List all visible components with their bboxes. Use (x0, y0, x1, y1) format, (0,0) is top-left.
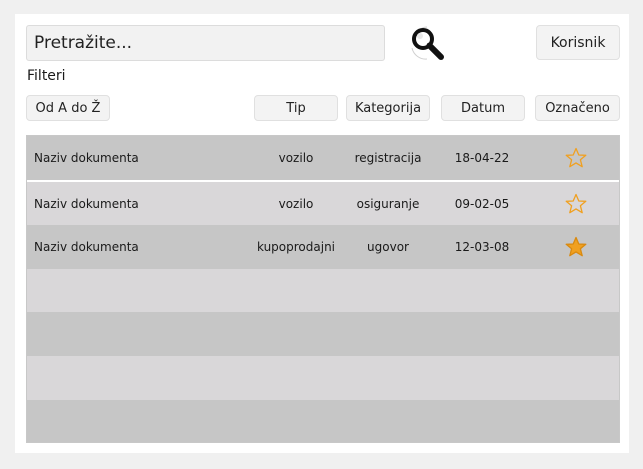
document-name: Naziv dokumenta (34, 197, 139, 211)
star-outline-icon[interactable] (564, 192, 588, 216)
user-button[interactable]: Korisnik (536, 25, 620, 60)
documents-table: Naziv dokumenta vozilo registracija 18-04-2… (26, 135, 620, 443)
empty-table-row (27, 269, 619, 313)
table-row[interactable]: Naziv dokumenta vozilo registracija 18-04-2… (27, 136, 619, 180)
filter-category-button[interactable]: Kategorija (346, 95, 430, 121)
filter-starred-button[interactable]: Označeno (535, 95, 620, 121)
magnifier-icon (411, 26, 444, 60)
document-type: vozilo (278, 151, 314, 165)
filter-date-button[interactable]: Datum (441, 95, 525, 121)
document-date: 18-04-22 (454, 151, 510, 165)
filter-type-button[interactable]: Tip (254, 95, 338, 121)
filters-label: Filteri (27, 68, 66, 84)
search-button[interactable] (407, 24, 447, 62)
sort-az-button[interactable]: Od A do Ž (26, 95, 110, 121)
document-category: osiguranje (356, 197, 420, 211)
table-row[interactable]: Naziv dokumenta kupoprodajni ugovor 12-03-0… (27, 225, 619, 269)
document-name: Naziv dokumenta (34, 151, 139, 165)
main-panel: Korisnik Filteri Od A do Ž Tip Kategorij… (15, 14, 629, 453)
document-date: 12-03-08 (454, 240, 510, 254)
table-row[interactable]: Naziv dokumenta vozilo osiguranje 09-02-05 (27, 182, 619, 226)
search-input[interactable] (26, 25, 385, 61)
document-date: 09-02-05 (454, 197, 510, 211)
empty-table-row (27, 400, 619, 442)
document-category: ugovor (367, 240, 409, 254)
document-type: vozilo (278, 197, 314, 211)
star-outline-icon[interactable] (564, 146, 588, 170)
star-filled-icon[interactable] (564, 235, 588, 259)
empty-table-row (27, 312, 619, 356)
document-type: kupoprodajni (256, 240, 336, 254)
empty-table-row (27, 356, 619, 400)
document-category: registracija (354, 151, 422, 165)
document-name: Naziv dokumenta (34, 240, 139, 254)
